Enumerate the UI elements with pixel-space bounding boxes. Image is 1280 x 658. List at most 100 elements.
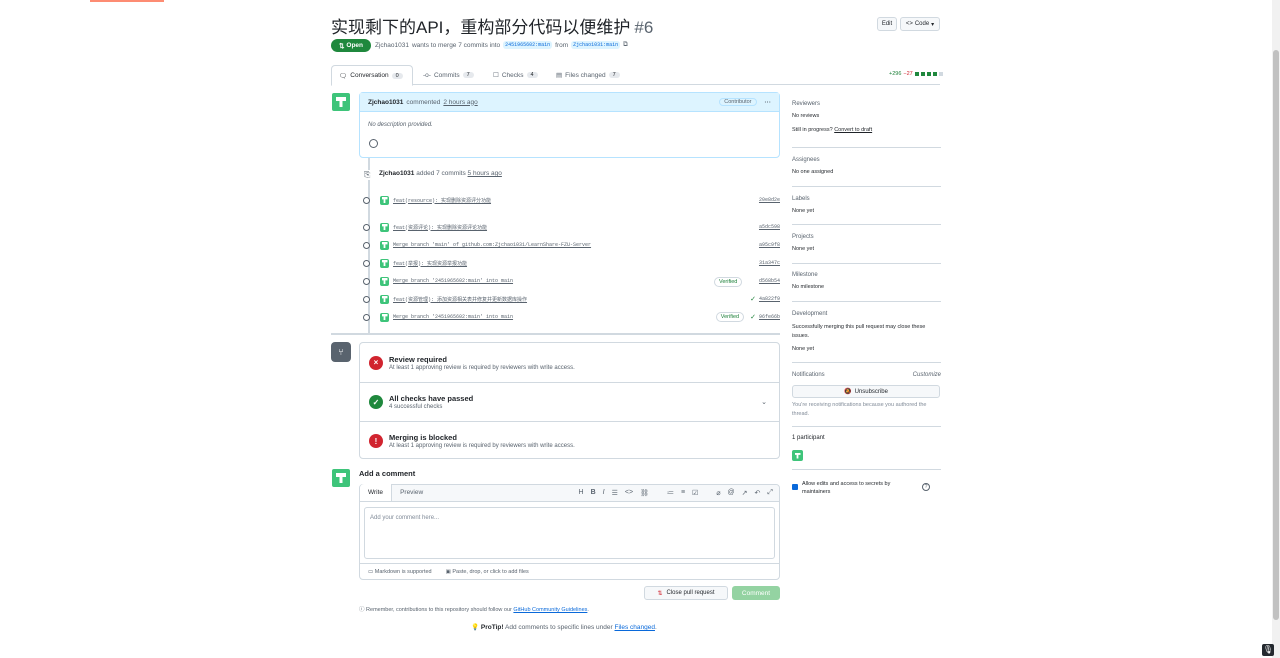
- link-icon[interactable]: ⛓: [640, 489, 649, 497]
- git-pull-request-closed-icon: ⇅: [657, 590, 663, 597]
- write-tab[interactable]: Write: [360, 484, 393, 501]
- smiley-icon[interactable]: [369, 139, 378, 148]
- author-avatar[interactable]: [380, 276, 389, 286]
- comment-time[interactable]: 2 hours ago: [443, 99, 477, 106]
- kebab-menu-icon[interactable]: ···: [765, 99, 772, 106]
- author-avatar[interactable]: [332, 93, 350, 111]
- pr-number: #6: [634, 18, 654, 37]
- sidebar-participants: 1 participant: [792, 435, 825, 441]
- unsubscribe-button[interactable]: 🔕 Unsubscribe: [792, 385, 940, 398]
- check-icon[interactable]: ✓: [750, 295, 756, 303]
- git-commit-icon: -o-: [423, 71, 431, 79]
- tab-conversation[interactable]: 🗨 Conversation 0: [331, 65, 413, 86]
- development-heading[interactable]: Development: [792, 311, 941, 317]
- scrollbar-thumb[interactable]: [1273, 50, 1279, 620]
- pr-author-link[interactable]: Zjchao1031: [375, 42, 409, 49]
- sidebar-projects: Projects None yet: [792, 234, 941, 252]
- head-branch[interactable]: Zjchao1031:main: [571, 41, 621, 49]
- checks-passed-row[interactable]: ✓ All checks have passed 4 successful che…: [360, 382, 779, 421]
- attach-files[interactable]: ▣ Paste, drop, or click to add files: [446, 569, 529, 575]
- labels-heading[interactable]: Labels: [792, 196, 941, 202]
- contributor-badge: Contributor: [719, 98, 757, 106]
- code-icon[interactable]: <>: [625, 489, 633, 497]
- author-avatar[interactable]: [380, 222, 389, 232]
- tab-commits[interactable]: -o- Commits 7: [416, 65, 481, 85]
- tab-files-changed[interactable]: ▤ Files changed 7: [549, 65, 627, 85]
- bold-icon[interactable]: B: [591, 489, 596, 497]
- reviewers-heading[interactable]: Reviewers: [792, 101, 941, 107]
- chevron-down-icon[interactable]: ⌄: [761, 398, 767, 406]
- task-list-icon[interactable]: ☑: [692, 489, 698, 497]
- preview-tab[interactable]: Preview: [392, 484, 431, 501]
- caret-down-icon: ▾: [931, 21, 935, 28]
- check-circle-icon: ✓: [369, 395, 383, 409]
- repo-nav-active-underline: [90, 0, 164, 2]
- commit-row: feat(举报): 实现资源举报功能 31a347c: [363, 257, 780, 269]
- files-changed-link[interactable]: Files changed: [614, 624, 654, 631]
- author-avatar[interactable]: [380, 312, 389, 322]
- light-bulb-icon: 💡: [471, 624, 480, 631]
- bulleted-list-icon[interactable]: ≡: [681, 489, 685, 497]
- customize-link[interactable]: Customize: [913, 372, 941, 378]
- protip: 💡 ProTip! Add comments to specific lines…: [471, 624, 657, 631]
- guidelines-note: ⓘ Remember, contributions to this reposi…: [359, 607, 589, 613]
- verified-badge[interactable]: Verified: [715, 312, 745, 322]
- base-branch[interactable]: 2451965602:main: [503, 41, 553, 49]
- git-commit-icon: [363, 277, 370, 285]
- image-icon: ▣: [445, 568, 451, 575]
- author-avatar[interactable]: [380, 240, 389, 250]
- close-pr-button[interactable]: ⇅ Close pull request: [644, 586, 728, 600]
- check-icon[interactable]: ✓: [750, 313, 756, 321]
- comment-discussion-icon: 🗨: [339, 72, 348, 80]
- git-commit-icon: [363, 241, 370, 249]
- cross-reference-icon[interactable]: ↗: [742, 489, 748, 497]
- fullscreen-icon[interactable]: ⤢: [767, 489, 773, 497]
- guidelines-link[interactable]: GitHub Community Guidelines: [513, 607, 587, 613]
- italic-icon[interactable]: I: [603, 489, 605, 497]
- commit-row: feat(资源管理): 添加资源相关表并修复并更新数据库操作 ✓ 4a822f9: [363, 293, 780, 305]
- merging-blocked-row: ! Merging is blocked At least 1 approving…: [360, 421, 779, 460]
- projects-heading[interactable]: Projects: [792, 234, 941, 240]
- convert-to-draft-link[interactable]: Convert to draft: [834, 127, 872, 133]
- markdown-note[interactable]: ▭ Markdown is supported: [368, 569, 432, 575]
- commit-row: Merge branch 'main' of github.com:Zjchao…: [363, 239, 780, 251]
- repo-push-icon: ⎘: [364, 170, 371, 180]
- git-commit-icon: [363, 313, 370, 321]
- copy-icon[interactable]: ⧉: [623, 41, 628, 49]
- author-avatar[interactable]: [380, 258, 389, 268]
- milestone-heading[interactable]: Milestone: [792, 272, 941, 278]
- numbered-list-icon[interactable]: ≔: [667, 489, 674, 497]
- quote-icon[interactable]: ☰: [612, 489, 618, 497]
- paperclip-icon[interactable]: ⌀: [716, 489, 720, 497]
- microphone-icon[interactable]: 🎙: [1262, 644, 1274, 656]
- allow-edits-checkbox[interactable]: [792, 484, 798, 490]
- reply-icon[interactable]: ↶: [755, 489, 761, 497]
- sidebar-development: Development Successfully merging this pu…: [792, 311, 941, 352]
- allow-edits-label: Allow edits and access to secrets by mai…: [802, 481, 891, 495]
- comment-editor: Write Preview H B I ☰ <> ⛓ ≔ ≡ ☑ ⌀ @ ↗ ↶…: [359, 484, 780, 580]
- mention-icon[interactable]: @: [728, 489, 735, 497]
- author-avatar[interactable]: [380, 294, 389, 304]
- comment-button[interactable]: Comment: [732, 586, 780, 600]
- markdown-toolbar: H B I ☰ <> ⛓ ≔ ≡ ☑ ⌀ @ ↗ ↶ ⤢: [579, 489, 774, 497]
- pr-tabs: 🗨 Conversation 0 -o- Commits 7 ☐ Checks 4 ▤ Fil…: [331, 65, 940, 86]
- comment-textarea[interactable]: Add your comment here...: [364, 507, 775, 559]
- current-user-avatar[interactable]: [332, 469, 350, 487]
- commit-row: feat(resource): 实现删除资源评分功能 20e8d2e: [363, 194, 780, 206]
- edit-title-button[interactable]: Edit: [877, 17, 897, 31]
- question-icon[interactable]: ?: [922, 483, 930, 491]
- code-icon: <>: [905, 21, 913, 27]
- verified-badge[interactable]: Verified: [714, 277, 743, 287]
- author-avatar[interactable]: [380, 195, 389, 205]
- comment-author[interactable]: Zjchao1031: [368, 99, 403, 106]
- info-icon: ⓘ: [359, 607, 365, 613]
- add-comment-heading: Add a comment: [359, 469, 416, 478]
- diffstat: +296 −27: [889, 71, 943, 77]
- merge-status-box: × Review required At least 1 approving re…: [359, 342, 780, 459]
- participant-avatar[interactable]: [792, 450, 803, 461]
- assignees-heading[interactable]: Assignees: [792, 157, 941, 163]
- heading-icon[interactable]: H: [579, 489, 584, 497]
- git-commit-icon: [363, 196, 370, 204]
- tab-checks[interactable]: ☐ Checks 4: [486, 65, 545, 85]
- code-dropdown-button[interactable]: <> Code ▾: [900, 17, 940, 31]
